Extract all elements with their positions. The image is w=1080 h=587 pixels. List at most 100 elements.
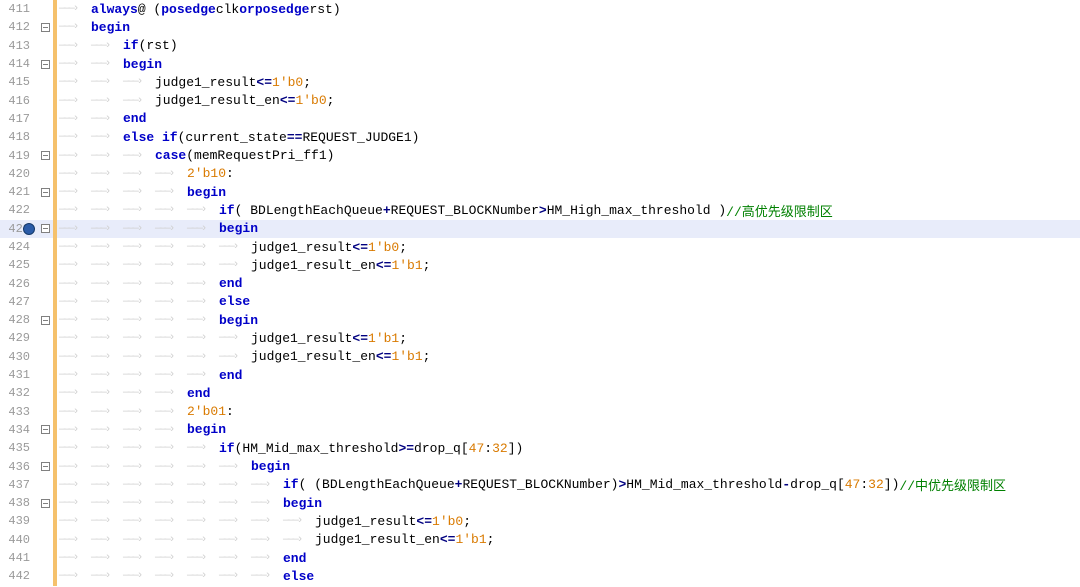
code-line[interactable]: 416―――›―――›―――›judge1_result_en <=1'b0;	[0, 91, 1080, 109]
code-content[interactable]: ―――›―――›―――›―――›―――›―――›―――›begin	[57, 496, 322, 511]
code-line[interactable]: 423―――›―――›―――›―――›―――›begin	[0, 220, 1080, 238]
code-content[interactable]: ―――›―――›―――›―――›―――›else	[57, 294, 250, 309]
code-line[interactable]: 439―――›―――›―――›―――›―――›―――›―――›―――›judge…	[0, 512, 1080, 530]
code-content[interactable]: ―――›begin	[57, 20, 130, 35]
indent-guide: ―――›	[91, 204, 123, 216]
code-line[interactable]: 438―――›―――›―――›―――›―――›―――›―――›begin	[0, 494, 1080, 512]
code-line[interactable]: 419―――›―――›―――›case(memRequestPri_ff1)	[0, 146, 1080, 164]
code-content[interactable]: ―――›―――›―――›―――›end	[57, 386, 210, 401]
fold-gutter[interactable]	[38, 60, 53, 69]
code-content[interactable]: ―――›―――›―――›―――›―――›―――›begin	[57, 459, 290, 474]
fold-gutter[interactable]	[38, 224, 53, 233]
breakpoint-icon[interactable]	[23, 223, 35, 235]
code-content[interactable]: ―――›―――›―――›―――›―――›―――›judge1_result_en…	[57, 349, 430, 364]
code-token: else	[219, 294, 250, 309]
code-line[interactable]: 414―――›―――›begin	[0, 55, 1080, 73]
fold-toggle-icon[interactable]	[41, 462, 50, 471]
code-line[interactable]: 418―――›―――›else if(current_state == REQU…	[0, 128, 1080, 146]
code-content[interactable]: ―――›―――›―――›―――›―――›―――›―――›―――›judge1_r…	[57, 532, 494, 547]
code-line[interactable]: 422―――›―――›―――›―――›―――›if( BDLengthEachQ…	[0, 201, 1080, 219]
code-line[interactable]: 440―――›―――›―――›―――›―――›―――›―――›―――›judge…	[0, 531, 1080, 549]
code-content[interactable]: ―――›always @ (posedge clk or posedge rst…	[57, 2, 341, 17]
code-content[interactable]: ―――›―――›―――›―――›begin	[57, 422, 226, 437]
code-line[interactable]: 411―――›always @ (posedge clk or posedge …	[0, 0, 1080, 18]
fold-gutter[interactable]	[38, 23, 53, 32]
code-content[interactable]: ―――›―――›―――›―――›―――›end	[57, 276, 242, 291]
code-line[interactable]: 417―――›―――›end	[0, 110, 1080, 128]
code-token: rst)	[309, 2, 340, 17]
code-token: 32	[868, 477, 884, 492]
fold-gutter[interactable]	[38, 151, 53, 160]
indent-guide: ―――›	[59, 296, 91, 308]
code-line[interactable]: 433―――›―――›―――›―――›2'b01:	[0, 403, 1080, 421]
code-line[interactable]: 442―――›―――›―――›―――›―――›―――›―――›else	[0, 567, 1080, 585]
code-line[interactable]: 421―――›―――›―――›―――›begin	[0, 183, 1080, 201]
code-line[interactable]: 424―――›―――›―――›―――›―――›―――›judge1_result…	[0, 238, 1080, 256]
code-content[interactable]: ―――›―――›―――›case(memRequestPri_ff1)	[57, 148, 334, 163]
fold-toggle-icon[interactable]	[41, 151, 50, 160]
fold-gutter[interactable]	[38, 462, 53, 471]
fold-gutter[interactable]	[38, 425, 53, 434]
code-content[interactable]: ―――›―――›―――›―――›―――›―――›judge1_result_en…	[57, 258, 430, 273]
fold-toggle-icon[interactable]	[41, 425, 50, 434]
code-content[interactable]: ―――›―――›―――›―――›2'b10:	[57, 166, 234, 181]
code-editor[interactable]: 411―――›always @ (posedge clk or posedge …	[0, 0, 1080, 587]
code-line[interactable]: 427―――›―――›―――›―――›―――›else	[0, 293, 1080, 311]
fold-toggle-icon[interactable]	[41, 316, 50, 325]
code-line[interactable]: 429―――›―――›―――›―――›―――›―――›judge1_result…	[0, 329, 1080, 347]
code-content[interactable]: ―――›―――›―――›―――›―――›begin	[57, 221, 258, 236]
code-content[interactable]: ―――›―――›―――›―――›―――›―――›judge1_result <=…	[57, 331, 407, 346]
indent-guide: ―――›	[155, 406, 187, 418]
code-token: posedge	[161, 2, 216, 17]
fold-toggle-icon[interactable]	[41, 23, 50, 32]
fold-gutter[interactable]	[38, 499, 53, 508]
fold-toggle-icon[interactable]	[41, 499, 50, 508]
code-content[interactable]: ―――›―――›―――›―――›―――›begin	[57, 313, 258, 328]
code-content[interactable]: ―――›―――›begin	[57, 57, 162, 72]
code-content[interactable]: ―――›―――›―――›―――›―――›―――›―――›if( (BDLengt…	[57, 475, 1006, 494]
code-token: begin	[123, 57, 162, 72]
code-content[interactable]: ―――›―――›―――›―――›―――›―――›judge1_result <=…	[57, 240, 407, 255]
indent-guide: ―――›	[59, 369, 91, 381]
code-line[interactable]: 432―――›―――›―――›―――›end	[0, 384, 1080, 402]
code-line[interactable]: 431―――›―――›―――›―――›―――›end	[0, 366, 1080, 384]
code-line[interactable]: 441―――›―――›―――›―――›―――›―――›―――›end	[0, 549, 1080, 567]
code-token: 2'b10	[187, 166, 226, 181]
code-content[interactable]: ―――›―――›―――›―――›2'b01:	[57, 404, 234, 419]
code-content[interactable]: ―――›―――›―――›―――›begin	[57, 185, 226, 200]
code-content[interactable]: ―――›―――›―――›―――›―――›end	[57, 368, 242, 383]
code-token: <=	[352, 331, 368, 346]
code-line[interactable]: 425―――›―――›―――›―――›―――›―――›judge1_result…	[0, 256, 1080, 274]
code-line[interactable]: 426―――›―――›―――›―――›―――›end	[0, 274, 1080, 292]
code-content[interactable]: ―――›―――›―――›―――›―――›―――›―――›else	[57, 569, 314, 584]
code-line[interactable]: 435―――›―――›―――›―――›―――›if(HM_Mid_max_thr…	[0, 439, 1080, 457]
fold-toggle-icon[interactable]	[41, 224, 50, 233]
code-content[interactable]: ―――›―――›end	[57, 111, 146, 126]
indent-guide: ―――›	[91, 387, 123, 399]
code-line[interactable]: 412―――›begin	[0, 18, 1080, 36]
fold-gutter[interactable]	[38, 316, 53, 325]
code-line[interactable]: 430―――›―――›―――›―――›―――›―――›judge1_result…	[0, 348, 1080, 366]
fold-toggle-icon[interactable]	[41, 60, 50, 69]
code-line[interactable]: 437―――›―――›―――›―――›―――›―――›―――›if( (BDLe…	[0, 476, 1080, 494]
code-line[interactable]: 428―――›―――›―――›―――›―――›begin	[0, 311, 1080, 329]
fold-toggle-icon[interactable]	[41, 188, 50, 197]
code-content[interactable]: ―――›―――›―――›―――›―――›if( BDLengthEachQueu…	[57, 201, 833, 220]
code-content[interactable]: ―――›―――›―――›―――›―――›if(HM_Mid_max_thresh…	[57, 441, 523, 456]
code-content[interactable]: ―――›―――›―――›judge1_result_en <=1'b0;	[57, 93, 334, 108]
code-line[interactable]: 434―――›―――›―――›―――›begin	[0, 421, 1080, 439]
code-content[interactable]: ―――›―――›―――›―――›―――›―――›―――›end	[57, 551, 306, 566]
fold-gutter[interactable]	[38, 188, 53, 197]
code-line[interactable]: 415―――›―――›―――›judge1_result <=1'b0;	[0, 73, 1080, 91]
indent-guide: ―――›	[123, 479, 155, 491]
code-content[interactable]: ―――›―――›if(rst)	[57, 38, 178, 53]
code-line[interactable]: 413―――›―――›if(rst)	[0, 37, 1080, 55]
code-line[interactable]: 420―――›―――›―――›―――›2'b10:	[0, 165, 1080, 183]
indent-guide: ―――›	[91, 570, 123, 582]
code-content[interactable]: ―――›―――›―――›―――›―――›―――›―――›―――›judge1_r…	[57, 514, 471, 529]
code-content[interactable]: ―――›―――›else if(current_state == REQUEST…	[57, 130, 419, 145]
code-content[interactable]: ―――›―――›―――›judge1_result <=1'b0;	[57, 75, 311, 90]
code-token: posedge	[255, 2, 310, 17]
indent-guide: ―――›	[123, 150, 155, 162]
code-line[interactable]: 436―――›―――›―――›―――›―――›―――›begin	[0, 457, 1080, 475]
